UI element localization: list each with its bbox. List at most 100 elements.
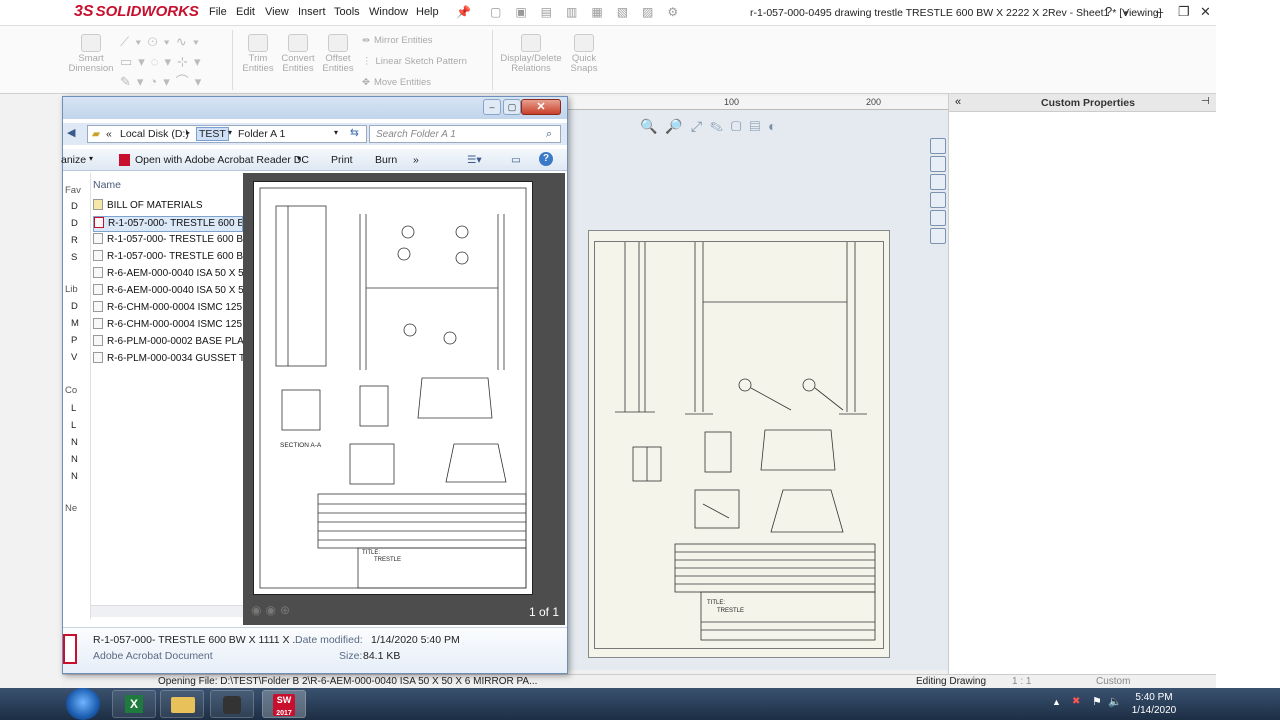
menu-help[interactable]: Help	[416, 6, 439, 18]
list-item[interactable]: R-6-PLM-000-0034 GUSSET TRESTLE	[93, 352, 243, 368]
move-entities-button[interactable]: ✥ Move Entities	[362, 77, 431, 88]
preview-nav-icons[interactable]: ◉◉⊕	[251, 603, 294, 617]
list-item[interactable]: R-6-AEM-000-0040 ISA 50 X 50 X 6	[93, 267, 243, 283]
menu-window[interactable]: Window	[369, 6, 408, 18]
nav-item[interactable]: V	[71, 352, 77, 363]
nav-item[interactable]: L	[71, 420, 76, 431]
status-custom[interactable]: Custom	[1096, 676, 1130, 687]
chevron-right-icon[interactable]: ▸	[186, 128, 190, 137]
excel-taskbar-button[interactable]: X	[112, 690, 156, 718]
dialog-close-button[interactable]: ✕	[521, 99, 561, 115]
menu-view[interactable]: View	[265, 6, 289, 18]
list-item[interactable]: R-1-057-000- TRESTLE 600 BW X 1111 X	[93, 233, 243, 249]
list-item[interactable]: R-6-PLM-000-0002 BASE PLATE	[93, 335, 243, 351]
restore-icon[interactable]: ❐	[1178, 4, 1190, 20]
nav-item[interactable]: P	[71, 335, 77, 346]
nav-favorites[interactable]: Fav	[65, 185, 81, 196]
convert-entities-button[interactable]: Convert Entities	[278, 34, 318, 74]
breadcrumb-local-disk[interactable]: Local Disk (D:)	[120, 128, 189, 140]
system-clock[interactable]: 5:40 PM 1/14/2020	[1120, 691, 1188, 717]
nav-item[interactable]: R	[71, 235, 78, 246]
nav-item[interactable]: S	[71, 252, 77, 263]
trim-entities-button[interactable]: Trim Entities	[238, 34, 278, 74]
search-input[interactable]: Search Folder A 1	[376, 129, 456, 140]
sketch-tools-group[interactable]: ⟋▾⊙▾∿▾ ▭▾◌▾⊹▾ ✎▾◔▾⌒▾	[120, 32, 230, 92]
minimize-icon[interactable]: –	[1156, 4, 1163, 19]
list-item[interactable]: R-1-057-000- TRESTLE 600 BW X 1111 X	[93, 216, 243, 232]
nav-item[interactable]: D	[71, 218, 78, 229]
heads-up-view-toolbar[interactable]: 🔍🔎⤢✎▢▤◐	[640, 118, 785, 135]
offset-entities-button[interactable]: Offset Entities	[318, 34, 358, 74]
menu-edit[interactable]: Edit	[236, 6, 255, 18]
nav-computer[interactable]: Co	[65, 385, 77, 396]
list-item[interactable]: R-6-AEM-000-0040 ISA 50 X 50 X 6	[93, 284, 243, 300]
view-palette-icon[interactable]	[930, 192, 946, 208]
refresh-icon[interactable]: ⇆	[350, 127, 359, 139]
help-icon[interactable]: ?	[539, 152, 553, 166]
list-item[interactable]: R-6-CHM-000-0004 ISMC 125 X 65	[93, 301, 243, 317]
organize-button[interactable]: anize	[61, 154, 86, 166]
open-with-acrobat-button[interactable]: Open with Adobe Acrobat Reader DC	[135, 154, 309, 166]
chevron-down-icon[interactable]: ▾	[228, 128, 232, 137]
dialog-title-bar[interactable]: – ▢ ✕	[63, 97, 567, 119]
resources-icon[interactable]	[930, 156, 946, 172]
solidworks-logo[interactable]: 3S SOLIDWORKS	[74, 3, 199, 21]
view-options-icon[interactable]: ☰▾	[467, 154, 482, 166]
menu-file[interactable]: File	[209, 6, 227, 18]
display-delete-relations-button[interactable]: Display/Delete Relations	[498, 34, 564, 74]
nav-item[interactable]: N	[71, 471, 78, 482]
organize-dropdown-icon[interactable]: ▾	[89, 154, 93, 163]
chevron-down-icon[interactable]: ▾	[1124, 8, 1129, 19]
file-explorer-icon[interactable]	[930, 174, 946, 190]
nav-libraries[interactable]: Lib	[65, 284, 78, 295]
list-item[interactable]: BILL OF MATERIALS	[93, 199, 243, 215]
nav-item[interactable]: D	[71, 301, 78, 312]
address-dropdown-icon[interactable]: ▾	[334, 128, 338, 137]
solidworks-taskbar-button[interactable]: SW 2017	[262, 690, 306, 718]
drawing-sheet[interactable]: TITLE: TRESTLE	[588, 230, 890, 658]
column-header-name[interactable]: Name	[93, 179, 121, 191]
appearances-icon[interactable]	[930, 210, 946, 226]
nav-item[interactable]: M	[71, 318, 79, 329]
nav-item[interactable]: D	[71, 201, 78, 212]
list-item[interactable]: R-6-CHM-000-0004 ISMC 125 X 65	[93, 318, 243, 334]
nav-item[interactable]: N	[71, 454, 78, 465]
menu-insert[interactable]: Insert	[298, 6, 326, 18]
app-taskbar-button[interactable]	[210, 690, 254, 718]
list-item[interactable]: R-1-057-000- TRESTLE 600 BW X 1111 X	[93, 250, 243, 266]
open-with-dropdown-icon[interactable]: ▾	[297, 154, 301, 163]
explorer-taskbar-button[interactable]	[160, 690, 204, 718]
help-icon[interactable]: ?	[1105, 4, 1112, 19]
address-overflow[interactable]: «	[106, 128, 112, 140]
quick-access-toolbar[interactable]: ▢▣▤▥▦▧▨⚙	[490, 5, 692, 19]
breadcrumb-folder[interactable]: Folder A 1	[238, 128, 285, 140]
close-icon[interactable]: ✕	[1200, 4, 1211, 20]
horizontal-scrollbar[interactable]	[91, 605, 243, 617]
search-icon[interactable]: ⌕	[546, 128, 552, 141]
action-center-icon[interactable]: ⚑	[1092, 695, 1102, 708]
preview-pane-icon[interactable]: ▭	[511, 154, 521, 166]
search-box[interactable]: Search Folder A 1 ⌕	[369, 125, 561, 143]
nav-network[interactable]: Ne	[65, 503, 77, 514]
smart-dimension-button[interactable]: Smart Dimension	[68, 34, 114, 74]
custom-properties-icon[interactable]	[930, 228, 946, 244]
linear-pattern-button[interactable]: ⋮ Linear Sketch Pattern	[362, 56, 467, 67]
dialog-minimize-button[interactable]: –	[483, 99, 501, 115]
back-icon[interactable]: ◀	[67, 126, 75, 139]
network-icon[interactable]: ✖	[1072, 696, 1080, 707]
mirror-entities-button[interactable]: ⇹ Mirror Entities	[362, 35, 433, 46]
quick-snaps-button[interactable]: Quick Snaps	[566, 34, 602, 74]
start-button[interactable]	[66, 688, 100, 720]
burn-button[interactable]: Burn	[375, 154, 397, 166]
menu-tools[interactable]: Tools	[334, 6, 360, 18]
nav-item[interactable]: N	[71, 437, 78, 448]
pin-panel-icon[interactable]: ⊣	[1201, 96, 1210, 107]
show-hidden-icons[interactable]: ▲	[1052, 697, 1061, 707]
home-icon[interactable]	[930, 138, 946, 154]
pin-icon[interactable]: 📌	[456, 5, 471, 19]
nav-item[interactable]: L	[71, 403, 76, 414]
address-bar[interactable]: ▰ « Local Disk (D:) ▸ TEST ▾ Folder A 1 …	[87, 125, 367, 143]
print-button[interactable]: Print	[331, 154, 353, 166]
breadcrumb-test[interactable]: TEST	[196, 127, 229, 141]
collapse-icon[interactable]: «	[955, 96, 961, 108]
